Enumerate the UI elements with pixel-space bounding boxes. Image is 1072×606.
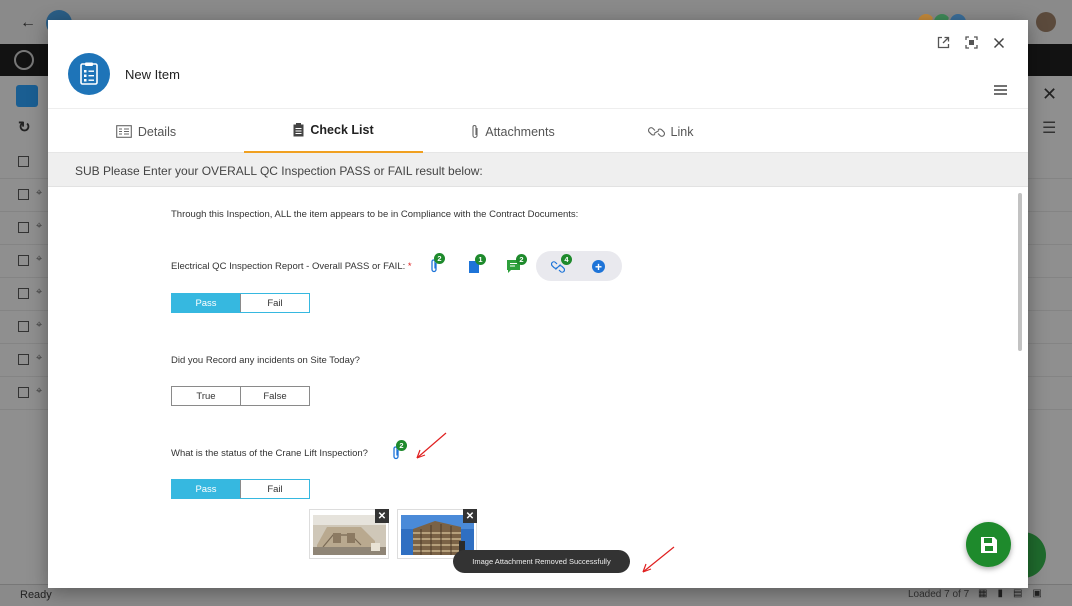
documents-count-badge: 1 [475, 254, 486, 265]
tab-label: Details [137, 124, 177, 139]
back-arrow-icon[interactable]: ← [20, 14, 36, 32]
attachments-counter[interactable]: 2 [392, 440, 407, 465]
location-pin-icon: ⌖ [36, 319, 43, 331]
clipboard-icon [293, 123, 304, 137]
link-icon [647, 126, 665, 137]
refresh-icon[interactable]: ↻ [18, 118, 31, 136]
question-label: What is the status of the Crane Lift Ins… [171, 448, 368, 459]
links-pill [536, 251, 622, 281]
dialog-tabs: Details Check List Attachments Link [48, 108, 1028, 154]
annotation-arrow [416, 432, 447, 459]
location-pin-icon: ⌖ [36, 187, 43, 199]
open-external-icon[interactable] [937, 36, 950, 52]
status-text: Ready [20, 589, 52, 601]
add-link-button[interactable]: + [592, 260, 605, 273]
q1-pass-fail-toggle: Pass Fail [171, 293, 310, 313]
tab-link[interactable]: Link [603, 109, 738, 154]
row-checkbox[interactable] [18, 222, 29, 233]
attachment-thumbnail[interactable]: ✕ [309, 509, 389, 559]
tab-check-list[interactable]: Check List [244, 109, 423, 154]
chart-view-icon[interactable]: ▮ [997, 588, 1003, 599]
question-label: Did you Record any incidents on Site Tod… [171, 355, 360, 366]
remove-attachment-button[interactable]: ✕ [375, 509, 389, 523]
question-text: Electrical QC Inspection Report - Overal… [171, 261, 406, 272]
location-pin-icon: ⌖ [36, 352, 43, 364]
comments-count-badge: 2 [516, 254, 527, 265]
paperclip-icon [472, 125, 478, 139]
location-pin-icon: ⌖ [36, 286, 43, 298]
attachments-count-badge: 2 [434, 253, 445, 264]
tab-label: Link [670, 124, 694, 139]
attachments-counter[interactable]: 2 [430, 253, 445, 278]
hamburger-menu-icon[interactable] [994, 82, 1007, 99]
scrollbar-thumb[interactable] [1018, 193, 1022, 351]
comments-counter[interactable]: 2 [507, 254, 527, 278]
location-pin-icon: ⌖ [36, 385, 43, 397]
pass-option[interactable]: Pass [172, 480, 240, 498]
fail-option[interactable]: Fail [240, 480, 309, 498]
checklist-form-icon [68, 53, 110, 95]
loaded-count: Loaded 7 of 7 [908, 589, 970, 600]
question-label: Electrical QC Inspection Report - Overal… [171, 261, 412, 272]
intro-text: Through this Inspection, ALL the item ap… [171, 209, 579, 220]
tab-label: Attachments [485, 124, 555, 139]
close-icon[interactable]: ✕ [1042, 84, 1057, 105]
location-pin-icon: ⌖ [36, 220, 43, 232]
row-checkbox[interactable] [18, 321, 29, 332]
row-checkbox[interactable] [18, 189, 29, 200]
close-icon[interactable] [993, 36, 1005, 52]
tab-details[interactable]: Details [48, 109, 244, 154]
required-marker: * [407, 261, 412, 272]
row-checkbox[interactable] [18, 288, 29, 299]
false-option[interactable]: False [240, 387, 309, 405]
save-button[interactable] [966, 522, 1011, 567]
tab-attachments[interactable]: Attachments [423, 109, 603, 154]
row-checkbox[interactable] [18, 156, 29, 167]
row-checkbox[interactable] [18, 255, 29, 266]
grid-view-icon[interactable]: ▦ [978, 588, 987, 599]
list-view-icon[interactable]: ▤ [1013, 588, 1022, 599]
q3-pass-fail-toggle: Pass Fail [171, 479, 310, 499]
dialog-header: New Item [48, 20, 1028, 108]
row-checkbox[interactable] [18, 387, 29, 398]
dialog-title: New Item [125, 67, 180, 82]
attachments-count-badge: 2 [396, 440, 407, 451]
annotation-arrow [642, 546, 675, 573]
user-avatar[interactable] [1036, 12, 1056, 32]
documents-counter[interactable]: 1 [469, 254, 486, 278]
remove-attachment-button[interactable]: ✕ [463, 509, 477, 523]
save-icon [980, 536, 997, 553]
links-count-badge: 4 [561, 254, 572, 265]
location-pin-icon: ⌖ [36, 253, 43, 265]
background-app-icon[interactable] [16, 85, 38, 107]
details-icon [116, 125, 132, 138]
view-switcher: ▦ ▮ ▤ ▣ [978, 588, 1042, 599]
power-icon[interactable] [14, 50, 34, 70]
fail-option[interactable]: Fail [240, 294, 309, 312]
links-counter[interactable]: 4 [550, 254, 572, 278]
q2-true-false-toggle: True False [171, 386, 310, 406]
checklist-content[interactable]: Through this Inspection, ALL the item ap… [48, 187, 1028, 588]
tab-label: Check List [310, 123, 374, 137]
section-header: SUB Please Enter your OVERALL QC Inspect… [48, 153, 1028, 187]
new-item-dialog: New Item Details Check List Attachments [48, 20, 1028, 588]
row-checkbox[interactable] [18, 354, 29, 365]
menu-icon[interactable]: ☰ [1042, 118, 1056, 138]
toast-notification: Image Attachment Removed Successfully [453, 550, 630, 573]
fullscreen-icon[interactable] [965, 36, 978, 52]
pass-option[interactable]: Pass [172, 294, 240, 312]
true-option[interactable]: True [172, 387, 240, 405]
card-view-icon[interactable]: ▣ [1032, 588, 1041, 599]
section-header-text: SUB Please Enter your OVERALL QC Inspect… [75, 164, 483, 178]
